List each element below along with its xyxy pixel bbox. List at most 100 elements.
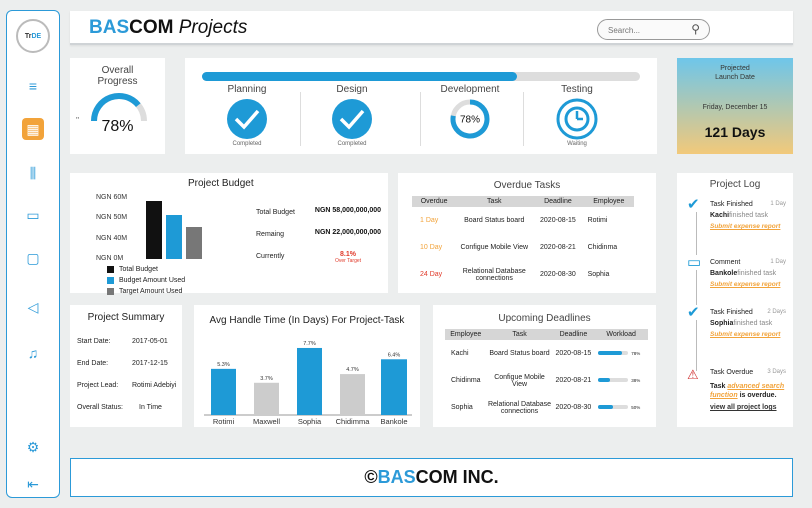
overdue-row[interactable]: 24 Day Relational Database connections 202…: [412, 261, 634, 288]
deadline-date: 2020-08-30: [555, 404, 592, 411]
phase-status: Waiting: [567, 141, 587, 147]
overdue-task: Configue Mobile View: [460, 244, 529, 251]
summary-value: In Time: [139, 404, 162, 411]
deadline-employee: Kachi: [451, 350, 469, 357]
workload-label: 78%: [631, 350, 641, 356]
launch-card: Projected Launch Date Friday, December 15…: [677, 58, 793, 154]
log-entry[interactable]: Task Finished 1 Day Kachifinished task Subm…: [710, 199, 786, 232]
log-entry-user: Bankole: [710, 270, 738, 277]
summary-label: Overall Status:: [77, 404, 123, 411]
overdue-header-cell: Task: [487, 198, 502, 205]
overall-progress-value: 78%: [101, 118, 134, 135]
deadlines-header-cell: Employee: [450, 331, 482, 338]
log-entry-link[interactable]: Submit expense report: [710, 279, 786, 290]
bell-icon[interactable]: ♫: [22, 342, 44, 364]
deadline-row[interactable]: Chidinma Configue Mobile View 2020-08-21 38…: [445, 367, 648, 394]
budget-card: Project Budget NGN 60M NGN 50M NGN 40M NGN …: [70, 173, 388, 295]
deadlines-header-cell: Task: [512, 331, 527, 338]
overdue-card: Overdue Tasks Overdue Task Deadline Employe…: [398, 173, 656, 293]
overdue-row[interactable]: 10 Day Configue Mobile View 2020-08-21 Chid…: [412, 234, 634, 261]
search-icon[interactable]: ⚲: [691, 22, 700, 36]
budget-legend-item: Total Budget: [107, 264, 185, 275]
legend-swatch: [107, 266, 114, 273]
footer-brand-blue: BAS: [377, 467, 416, 487]
collapse-icon[interactable]: ⇤: [22, 473, 44, 495]
deadlines-header: Employee Task Deadline Workload: [445, 329, 648, 340]
budget-ytick: NGN 50M: [96, 214, 128, 221]
overdue-header: Overdue Task Deadline Employee: [412, 196, 634, 207]
log-entry-type: Task Finished: [710, 201, 753, 208]
logo-text-b: DE: [31, 32, 42, 40]
overdue-row[interactable]: 1 Day Board Status board 2020-08-15 Rotimi: [412, 207, 634, 234]
deadline-row[interactable]: Sophia Relational Database connections 202…: [445, 394, 648, 421]
check-icon: ✔: [687, 304, 700, 321]
budget-title: Project Budget: [188, 178, 254, 189]
budget-row-value: NGN 58,000,000,000: [314, 207, 382, 214]
log-overdue-time: 3 Days: [767, 369, 786, 375]
budget-bar: [146, 201, 162, 259]
phase-name: Design: [336, 84, 368, 95]
overdue-header-cell: Overdue: [420, 198, 448, 205]
legend-label: Total Budget: [119, 266, 158, 273]
log-entry[interactable]: Task Finished 2 Days Sophiafinished task Su…: [710, 307, 786, 340]
phase-name: Testing: [561, 84, 593, 95]
phase-progress-value: 78%: [460, 115, 480, 126]
budget-ytick: NGN 0M: [96, 255, 124, 262]
log-entry-time: 1 Day: [770, 201, 786, 207]
chat-icon[interactable]: ▢: [22, 247, 44, 269]
summary-label: Project Lead:: [77, 382, 119, 389]
phase-design[interactable]: Design Completed: [310, 84, 421, 150]
page-title: BASCOM Projects: [89, 17, 247, 39]
phase-development[interactable]: Development 78%: [428, 84, 524, 150]
project-log-title: Project Log: [709, 179, 761, 190]
app-logo[interactable]: Tr DE: [16, 19, 50, 53]
check-icon: ✔: [687, 196, 700, 213]
overdue-title: Overdue Tasks: [493, 180, 561, 191]
menu-icon[interactable]: ≡: [22, 75, 44, 97]
workload-fill: [598, 405, 614, 410]
deadline-row[interactable]: Kachi Board Status board 2020-08-15 78%: [445, 340, 648, 367]
phase-planning[interactable]: Planning Completed: [205, 84, 301, 150]
settings-icon[interactable]: ⚙: [22, 436, 44, 458]
overall-title-2: Progress: [97, 76, 138, 87]
bar-bankole: [381, 359, 407, 415]
x-tick-label: Bankole: [380, 417, 407, 426]
phase-status: Completed: [337, 141, 367, 147]
send-icon[interactable]: ◁: [22, 296, 44, 318]
overdue-employee: Rotimi: [587, 217, 608, 224]
log-entry-text: finished task: [737, 270, 777, 277]
search-box[interactable]: ⚲: [597, 19, 710, 40]
log-entry-user: Sophia: [710, 320, 734, 327]
calendar-icon[interactable]: ▭: [22, 204, 44, 226]
filters-icon[interactable]: ⫼: [22, 162, 44, 184]
handle-time-title: Avg Handle Time (In Days) For Project-Ta…: [209, 315, 405, 326]
deadlines-table: Employee Task Deadline Workload Kachi Board S…: [445, 329, 648, 421]
legend-label: Budget Amount Used: [119, 277, 186, 284]
log-entry-type: Comment: [710, 259, 741, 266]
budget-bar: [186, 227, 202, 259]
summary-row: End Date: 2017-12-15: [77, 360, 181, 382]
overdue-employee: Chidinma: [587, 244, 618, 251]
overdue-employee: Sophia: [587, 271, 610, 278]
title-brand-blue: BAS: [89, 17, 130, 38]
budget-legend-item: Budget Amount Used: [107, 275, 185, 286]
overdue-table: Overdue Task Deadline Employee 1 Day Board St…: [412, 196, 634, 288]
deadline-date: 2020-08-15: [555, 350, 592, 357]
log-entry-user: Kachi: [710, 212, 730, 219]
dashboard-icon[interactable]: ▦: [22, 118, 44, 140]
log-entry-link[interactable]: Submit expense report: [710, 221, 786, 232]
overdue-header-cell: Deadline: [544, 198, 572, 205]
overdue-deadline: 2020-08-15: [540, 217, 576, 224]
workload-track: [598, 405, 629, 410]
overdue-task: Relational Database connections: [462, 267, 526, 282]
log-entry[interactable]: Comment 1 Day Bankolefinished task Submit e…: [710, 257, 786, 290]
phase-progress-fill: [202, 72, 518, 81]
phase-testing[interactable]: Testing Waiting: [535, 84, 619, 150]
view-all-logs-link[interactable]: view all project logs: [710, 403, 786, 412]
log-entry-link[interactable]: Submit expense report: [710, 329, 786, 340]
budget-row-value: NGN 22,000,000,000: [314, 229, 382, 236]
budget-ytick: NGN 60M: [96, 194, 128, 201]
workload-label: 38%: [631, 377, 641, 383]
search-input[interactable]: [608, 23, 688, 37]
overdue-header-cell: Employee: [593, 198, 625, 205]
